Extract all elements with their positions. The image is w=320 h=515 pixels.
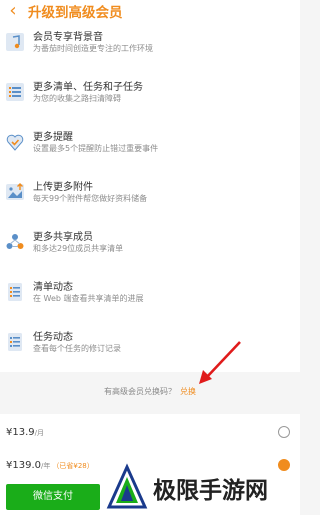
share-member-icon	[4, 230, 26, 254]
plan-price-value: ¥13.9	[6, 427, 35, 438]
feature-desc: 为番茄时间创造更专注的工作环境	[33, 44, 153, 53]
plan-price: ¥13.9/月	[6, 427, 44, 438]
list-activity-icon	[4, 280, 26, 304]
feature-title: 更多共享成员	[33, 232, 93, 243]
upload-attachment-icon	[4, 180, 26, 204]
feature-desc: 每天99个附件帮您做好资料储备	[33, 194, 148, 203]
feature-item-more-reminders: 更多提醒 设置最多5个提醒防止错过重要事件	[0, 122, 300, 172]
feature-desc: 在 Web 端查看共享清单的进展	[33, 294, 144, 303]
plan-savings-badge: （已省¥28）	[52, 462, 94, 470]
feature-item-background-music: 会员专享背景音 为番茄时间创造更专注的工作环境	[0, 22, 300, 72]
watermark-text: 极限手游网	[153, 477, 268, 504]
feature-title: 任务动态	[33, 332, 73, 343]
music-note-icon	[4, 30, 26, 54]
task-activity-icon	[4, 330, 26, 354]
list-icon	[4, 80, 26, 104]
feature-item-list-activity: 清单动态 在 Web 端查看共享清单的进展	[0, 272, 300, 322]
feature-title: 更多清单、任务和子任务	[33, 82, 143, 93]
feature-desc: 设置最多5个提醒防止错过重要事件	[33, 144, 159, 153]
feature-item-more-lists: 更多清单、任务和子任务 为您的收集之路扫清障碍	[0, 72, 300, 122]
plan-price-unit: /年	[41, 462, 51, 470]
redeem-prompt: 有高级会员兑换码？ 兑换	[0, 386, 300, 397]
feature-title: 会员专享背景音	[33, 32, 103, 43]
watermark: 极限手游网	[105, 460, 300, 515]
feature-desc: 查看每个任务的修订记录	[33, 344, 121, 353]
feature-title: 更多提醒	[33, 132, 73, 143]
feature-list: 会员专享背景音 为番茄时间创造更专注的工作环境 更多清单、任务和子任务 为您的收…	[0, 22, 300, 372]
plan-radio-monthly[interactable]	[278, 426, 290, 438]
feature-item-more-members: 更多共享成员 和多达29位成员共享清单	[0, 222, 300, 272]
watermark-logo-icon	[106, 462, 148, 508]
feature-title: 上传更多附件	[33, 182, 93, 193]
chevron-left-icon[interactable]: ‹	[0, 0, 26, 22]
plan-price-unit: /月	[34, 429, 44, 437]
feature-title: 清单动态	[33, 282, 73, 293]
header-bar: ‹ 升级到高级会员	[0, 0, 300, 22]
redeem-text: 有高级会员兑换码？	[104, 387, 176, 396]
plan-price-value: ¥139.0	[6, 460, 41, 471]
feature-item-more-attachments: 上传更多附件 每天99个附件帮您做好资料储备	[0, 172, 300, 222]
feature-item-task-activity: 任务动态 查看每个任务的修订记录	[0, 322, 300, 372]
feature-desc: 为您的收集之路扫清障碍	[33, 94, 121, 103]
redeem-link[interactable]: 兑换	[180, 387, 196, 396]
wechat-pay-button[interactable]: 微信支付	[6, 484, 100, 510]
page-title: 升级到高级会员	[28, 5, 123, 21]
plan-monthly[interactable]: ¥13.9/月	[0, 419, 300, 449]
feature-desc: 和多达29位成员共享清单	[33, 244, 124, 253]
heart-alarm-icon	[4, 130, 26, 154]
plan-price: ¥139.0/年 （已省¥28）	[6, 460, 94, 471]
